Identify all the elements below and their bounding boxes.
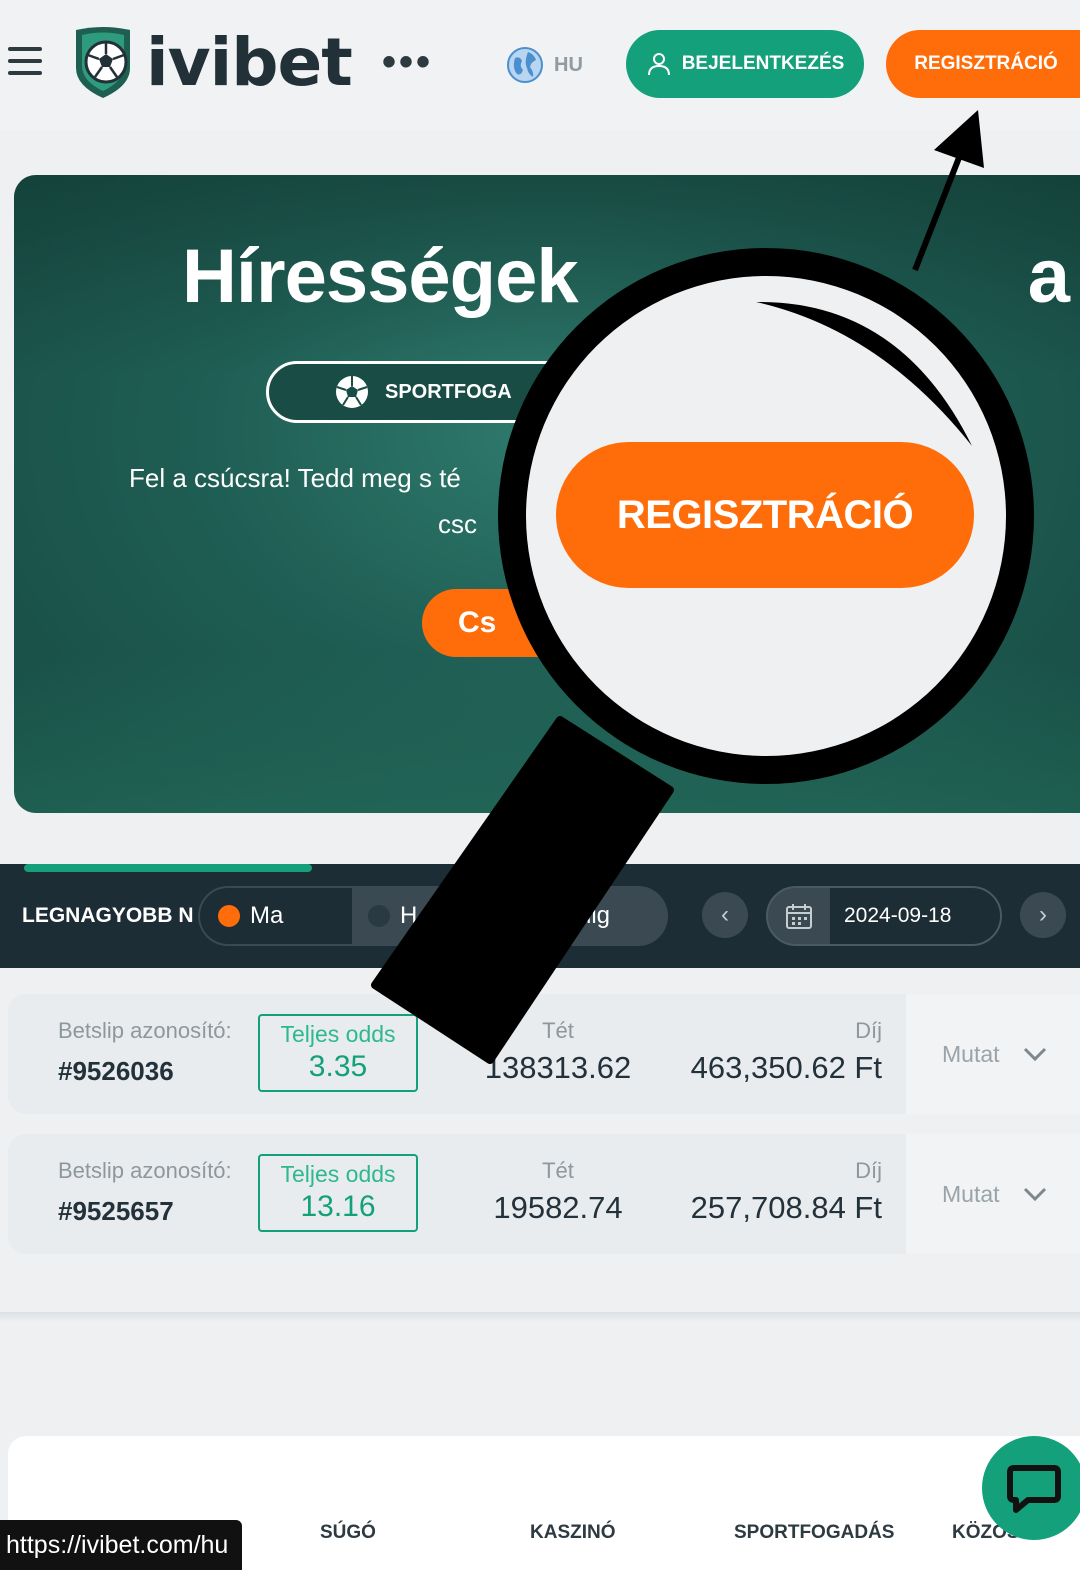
inactive-dot-icon (368, 905, 390, 927)
register-button[interactable]: REGISZTRÁCIÓ (886, 30, 1080, 98)
login-label: BEJELENTKEZÉS (681, 53, 845, 74)
total-odds-value: 3.35 (308, 1050, 368, 1083)
date-picker[interactable]: 2024-09-18 (766, 886, 1002, 946)
tab-alltime[interactable]: dig (578, 888, 610, 944)
login-button[interactable]: BEJELENTKEZÉS (626, 30, 864, 98)
show-details-button[interactable]: Mutat (906, 1134, 1080, 1254)
show-label: Mutat (942, 1180, 1000, 1207)
show-details-button[interactable]: Mutat (906, 994, 1080, 1114)
biggest-wins-header: LEGNAGYOBB N Ma H dig ‹ 2024-09-18 › (0, 864, 1080, 968)
betslip-id-label: Betslip azonosító: (58, 1158, 232, 1183)
total-odds-label: Teljes odds (280, 1161, 396, 1187)
bet-row-main: Betslip azonosító: #9526036 Teljes odds … (8, 994, 906, 1114)
table-row: Betslip azonosító: #9525657 Teljes odds … (8, 1134, 1080, 1254)
total-odds-label: Teljes odds (280, 1021, 396, 1047)
prize-label: Díj (855, 1018, 882, 1043)
logo-ball-icon (76, 27, 130, 98)
betslip-id-label: Betslip azonosító: (58, 1018, 232, 1043)
betslip-id: #9525657 (58, 1196, 174, 1226)
magnified-register-button: REGISZTRÁCIÓ (556, 442, 974, 588)
tab-today[interactable]: Ma (200, 888, 352, 944)
period-tabs: Ma H dig (198, 886, 668, 946)
prize-value: 463,350.62 Ft (690, 1050, 882, 1085)
bet-row-main: Betslip azonosító: #9525657 Teljes odds … (8, 1134, 906, 1254)
banner-description: Fel a csúcsra! Tedd meg s té (129, 463, 461, 493)
total-odds-box: Teljes odds 3.35 (258, 1014, 418, 1092)
banner-pill-label: SPORTFOGA (385, 380, 512, 403)
banner-description-line2: csc (438, 509, 477, 539)
chat-button[interactable] (982, 1436, 1080, 1540)
next-date-button[interactable]: › (1020, 892, 1066, 938)
total-odds-value: 13.16 (300, 1190, 376, 1223)
menu-icon[interactable] (8, 47, 42, 77)
logo-text: ivibet (146, 23, 353, 101)
language-label: HU (554, 53, 583, 76)
active-dot-icon (218, 905, 240, 927)
biggest-wins-title: LEGNAGYOBB N (22, 904, 194, 927)
stake-label: Tét (542, 1018, 574, 1043)
tab-alltime-label: dig (578, 902, 611, 929)
total-odds-box: Teljes odds 13.16 (258, 1154, 418, 1232)
table-row: Betslip azonosító: #9526036 Teljes odds … (8, 994, 1080, 1114)
globe-icon (507, 47, 543, 83)
prev-date-button[interactable]: ‹ (702, 892, 748, 938)
stake-label: Tét (542, 1158, 574, 1183)
more-menu-icon[interactable]: ••• (382, 42, 433, 82)
tab-today-label: Ma (250, 902, 284, 929)
banner-field-bg (14, 653, 1080, 813)
banner-cta-button[interactable]: Cs (422, 589, 622, 657)
calendar-icon (786, 904, 812, 929)
header: ivibet ••• HU BEJELENTKEZÉS REGISZTRÁCIÓ (0, 0, 1080, 130)
tab-week-label: H (400, 902, 418, 929)
status-bar-url: https://ivibet.com/hu (0, 1520, 243, 1570)
user-icon (647, 53, 670, 76)
tab-week[interactable]: H (368, 888, 417, 944)
date-value: 2024-09-18 (830, 888, 1000, 944)
banner-title: Hírességek a (182, 234, 1070, 319)
banner-category-pill[interactable]: SPORTFOGA (266, 361, 586, 423)
stake-value: 138313.62 (484, 1050, 632, 1085)
footer-nav-help[interactable]: SÚGÓ (320, 1522, 376, 1544)
footer-nav-casino[interactable]: KASZINÓ (530, 1522, 616, 1544)
soccer-ball-icon (336, 376, 368, 408)
slider-progress-bar (24, 864, 312, 872)
show-label: Mutat (942, 1040, 1000, 1067)
section-divider (0, 1312, 1080, 1322)
chat-icon (1007, 1465, 1061, 1513)
prize-value: 257,708.84 Ft (690, 1190, 882, 1225)
register-label: REGISZTRÁCIÓ (914, 53, 1058, 74)
stake-value: 19582.74 (493, 1190, 623, 1225)
prize-label: Díj (855, 1158, 882, 1183)
betslip-id: #9526036 (58, 1056, 174, 1086)
footer-nav-sports[interactable]: SPORTFOGADÁS (734, 1522, 894, 1544)
chevron-down-icon (1023, 1047, 1046, 1062)
logo[interactable]: ivibet (68, 22, 353, 102)
language-selector[interactable]: HU (506, 46, 583, 84)
chevron-down-icon (1023, 1187, 1046, 1202)
